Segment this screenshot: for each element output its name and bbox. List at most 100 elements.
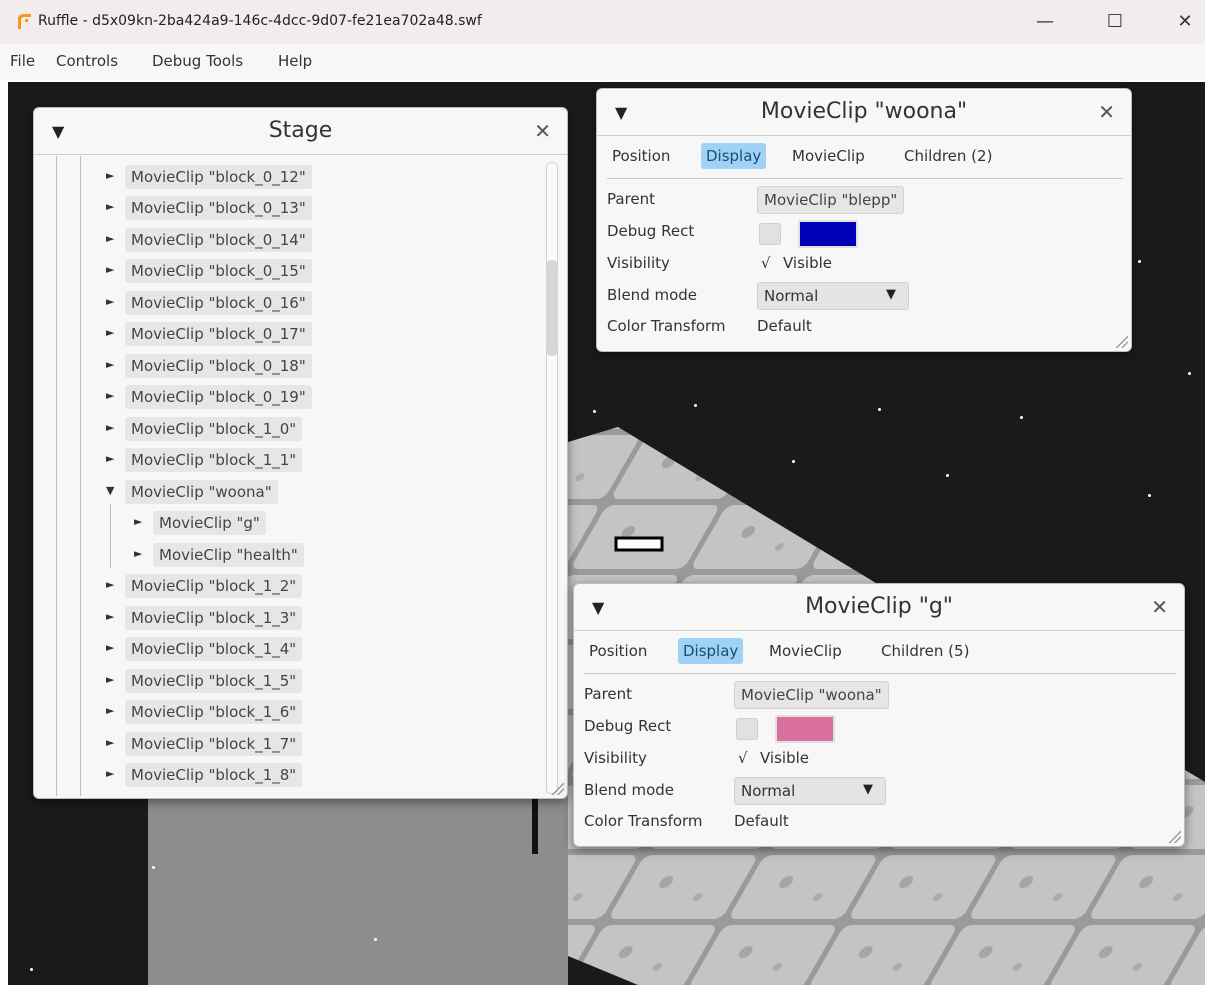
- resize-grip-icon[interactable]: [1167, 829, 1181, 843]
- color-transform-value: Default: [757, 317, 812, 335]
- tree-item-label[interactable]: MovieClip "block_1_4": [125, 637, 303, 661]
- visibility-label: Visibility: [607, 254, 670, 272]
- expand-arrow-icon[interactable]: ►: [106, 358, 114, 371]
- visible-label[interactable]: Visible: [783, 254, 832, 272]
- expand-arrow-icon[interactable]: ►: [106, 326, 114, 339]
- debug-rect-checkbox[interactable]: [736, 718, 758, 740]
- woona-inspector-panel: ▼ MovieClip "woona" ✕ Position Display M…: [596, 88, 1132, 352]
- tree-item-label[interactable]: MovieClip "block_0_16": [125, 291, 312, 315]
- expand-arrow-icon[interactable]: ►: [106, 578, 114, 591]
- tab-children[interactable]: Children (5): [876, 638, 974, 664]
- star: [152, 866, 155, 869]
- expand-arrow-icon[interactable]: ►: [106, 263, 114, 276]
- stage-scrollbar[interactable]: [546, 162, 558, 794]
- stage-panel: ▼ Stage ✕ ► MovieClip "block_0_12" ► Movie…: [33, 107, 568, 799]
- menu-file[interactable]: File: [10, 52, 35, 70]
- menu-debug-tools[interactable]: Debug Tools: [152, 52, 243, 70]
- panel-title: MovieClip "g": [805, 594, 953, 619]
- star: [1148, 494, 1151, 497]
- expand-arrow-icon[interactable]: ►: [106, 736, 114, 749]
- tab-position[interactable]: Position: [584, 638, 652, 664]
- title-bar: Ruffle - d5x09kn-2ba424a9-146c-4dcc-9d07…: [0, 0, 1205, 44]
- blend-mode-label: Blend mode: [607, 286, 698, 304]
- blend-mode-label: Blend mode: [584, 781, 675, 799]
- tree-item-label[interactable]: MovieClip "block_0_17": [125, 322, 312, 346]
- tabs-divider: [607, 178, 1123, 179]
- tree-item-label[interactable]: MovieClip "g": [153, 511, 266, 535]
- tree-item-label[interactable]: MovieClip "block_1_7": [125, 732, 303, 756]
- debug-rect-checkbox[interactable]: [759, 223, 781, 245]
- tree-item-label[interactable]: MovieClip "block_1_1": [125, 448, 303, 472]
- menu-help[interactable]: Help: [278, 52, 312, 70]
- expand-arrow-icon[interactable]: ►: [106, 295, 114, 308]
- tree-item-label[interactable]: MovieClip "block_0_13": [125, 196, 312, 220]
- g-panel-header[interactable]: ▼ MovieClip "g" ✕: [574, 584, 1184, 631]
- tree-item-label[interactable]: MovieClip "block_1_8": [125, 763, 303, 787]
- collapse-arrow-icon[interactable]: ▼: [106, 484, 114, 497]
- expand-arrow-icon[interactable]: ►: [134, 547, 142, 560]
- parent-link[interactable]: MovieClip "blepp": [757, 186, 905, 214]
- star: [694, 404, 697, 407]
- tab-children[interactable]: Children (2): [899, 143, 997, 169]
- g-inspector-panel: ▼ MovieClip "g" ✕ Position Display Movie…: [573, 583, 1185, 847]
- tab-display[interactable]: Display: [701, 143, 767, 169]
- tab-movieclip[interactable]: MovieClip: [787, 143, 870, 169]
- menu-controls[interactable]: Controls: [56, 52, 118, 70]
- close-icon[interactable]: ✕: [1151, 595, 1168, 619]
- woona-panel-header[interactable]: ▼ MovieClip "woona" ✕: [597, 89, 1131, 136]
- expand-arrow-icon[interactable]: ►: [106, 767, 114, 780]
- parent-label: Parent: [607, 190, 656, 208]
- expand-arrow-icon[interactable]: ►: [106, 421, 114, 434]
- tree-item-label[interactable]: MovieClip "block_0_15": [125, 259, 312, 283]
- tree-item-label[interactable]: MovieClip "block_1_6": [125, 700, 303, 724]
- tree-item-label[interactable]: MovieClip "block_0_19": [125, 385, 312, 409]
- expand-arrow-icon[interactable]: ►: [106, 452, 114, 465]
- expand-arrow-icon[interactable]: ►: [106, 200, 114, 213]
- expand-arrow-icon[interactable]: ►: [106, 232, 114, 245]
- panel-title: Stage: [268, 118, 333, 143]
- parent-link[interactable]: MovieClip "woona": [734, 681, 889, 709]
- stage-panel-header[interactable]: ▼ Stage ✕: [34, 108, 567, 155]
- stage-scrollbar-thumb[interactable]: [546, 260, 558, 356]
- tree-item-label[interactable]: MovieClip "block_1_2": [125, 574, 303, 598]
- close-icon[interactable]: ✕: [534, 119, 551, 143]
- color-transform-label: Color Transform: [607, 317, 726, 335]
- tree-item-label[interactable]: MovieClip "woona": [125, 480, 278, 504]
- debug-rect-color-swatch[interactable]: [775, 715, 835, 743]
- blend-mode-select[interactable]: Normal ▼: [734, 777, 886, 805]
- expand-arrow-icon[interactable]: ►: [134, 515, 142, 528]
- tree-item-label[interactable]: MovieClip "block_0_18": [125, 354, 312, 378]
- tree-guide-line: [56, 156, 57, 796]
- expand-arrow-icon[interactable]: ►: [106, 704, 114, 717]
- visible-label[interactable]: Visible: [760, 749, 809, 767]
- close-window-button[interactable]: ✕: [1165, 8, 1205, 36]
- expand-arrow-icon[interactable]: ►: [106, 673, 114, 686]
- expand-arrow-icon[interactable]: ►: [106, 641, 114, 654]
- expand-arrow-icon[interactable]: ►: [106, 389, 114, 402]
- tree-item-label[interactable]: MovieClip "block_0_12": [125, 165, 312, 189]
- tree-item-label[interactable]: MovieClip "block_0_14": [125, 228, 312, 252]
- blend-mode-value: Normal: [764, 287, 819, 305]
- tree-item-label[interactable]: MovieClip "health": [153, 543, 304, 567]
- expand-arrow-icon[interactable]: ►: [106, 610, 114, 623]
- visible-check-icon[interactable]: √: [738, 749, 748, 767]
- tree-guide-line: [80, 156, 81, 796]
- tree-item-label[interactable]: MovieClip "block_1_5": [125, 669, 303, 693]
- minimize-button[interactable]: —: [1025, 8, 1065, 36]
- tab-movieclip[interactable]: MovieClip: [764, 638, 847, 664]
- tab-display[interactable]: Display: [678, 638, 744, 664]
- blend-mode-select[interactable]: Normal ▼: [757, 282, 909, 310]
- visible-check-icon[interactable]: √: [761, 254, 771, 272]
- visibility-label: Visibility: [584, 749, 647, 767]
- tree-item-label[interactable]: MovieClip "block_1_0": [125, 417, 303, 441]
- maximize-button[interactable]: ☐: [1095, 8, 1135, 36]
- color-transform-value: Default: [734, 812, 789, 830]
- tab-position[interactable]: Position: [607, 143, 675, 169]
- expand-arrow-icon[interactable]: ►: [106, 169, 114, 182]
- tabs-divider: [584, 673, 1176, 674]
- close-icon[interactable]: ✕: [1098, 100, 1115, 124]
- resize-grip-icon[interactable]: [550, 781, 564, 795]
- debug-rect-color-swatch[interactable]: [798, 220, 858, 248]
- tree-item-label[interactable]: MovieClip "block_1_3": [125, 606, 303, 630]
- resize-grip-icon[interactable]: [1114, 334, 1128, 348]
